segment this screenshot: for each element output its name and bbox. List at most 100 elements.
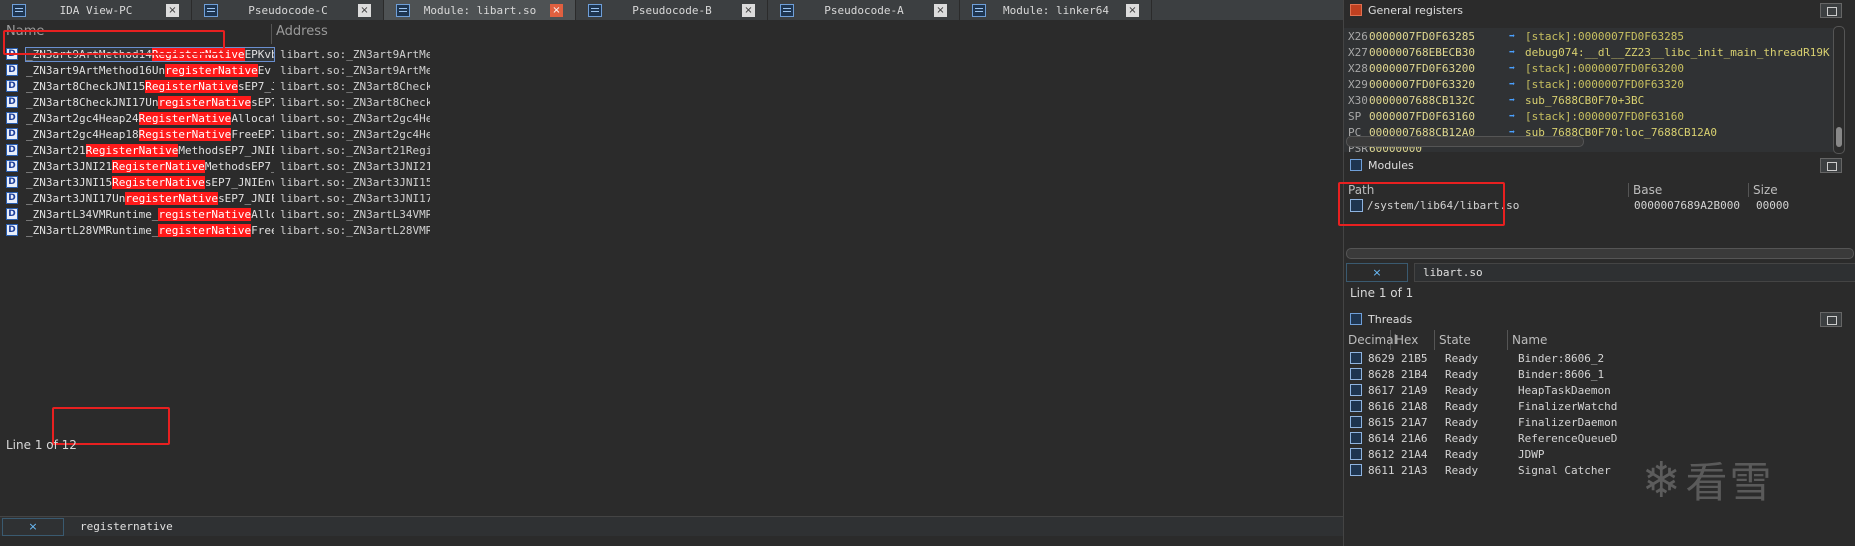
tab-ida-view-pc[interactable]: IDA View-PC × xyxy=(0,0,192,20)
register-name: X27 xyxy=(1348,45,1368,59)
jump-arrow-icon[interactable]: ➡ xyxy=(1509,95,1525,106)
data-symbol-icon: D xyxy=(6,160,18,172)
tab-view-icon xyxy=(588,3,602,17)
tab-close-button[interactable]: × xyxy=(934,3,947,17)
register-target[interactable]: [stack]:0000007FD0F63160 xyxy=(1525,110,1684,123)
thread-name: Signal Catcher xyxy=(1518,463,1611,477)
annotation-box-module xyxy=(1338,182,1505,226)
register-name: X30 xyxy=(1348,93,1368,107)
thread-icon xyxy=(1350,400,1362,412)
thread-icon xyxy=(1350,368,1362,380)
tab-module-libart-so[interactable]: Module: libart.so × xyxy=(384,0,576,20)
register-row[interactable]: X29 0000007FD0F63320 ➡ [stack]:0000007FD0F6… xyxy=(1344,76,1834,92)
jump-arrow-icon[interactable]: ➡ xyxy=(1509,79,1525,90)
symbol-name: _ZN3art3JNI21RegisterNativeMethodsEP7_… xyxy=(26,159,274,173)
register-hscrollbar[interactable] xyxy=(1346,136,1584,147)
symbol-name: _ZN3art8CheckJNI15RegisterNativesEP7_J… xyxy=(26,79,274,93)
thread-row[interactable]: 8615 21A7 Ready FinalizerDaemon xyxy=(1344,414,1855,430)
thread-hex: 21B5 xyxy=(1401,351,1428,365)
jump-arrow-icon[interactable]: ➡ xyxy=(1509,47,1525,58)
tab-pseudocode-b[interactable]: Pseudocode-B × xyxy=(576,0,768,20)
thread-name: JDWP xyxy=(1518,447,1545,461)
thread-row[interactable]: 8617 21A9 Ready HeapTaskDaemon xyxy=(1344,382,1855,398)
symbol-name-prefix: _ZN3art8CheckJNI17Un xyxy=(26,95,159,109)
tab-module-linker64[interactable]: Module: linker64 × xyxy=(960,0,1152,20)
clear-filter-button[interactable]: × xyxy=(1346,262,1408,282)
table-row[interactable]: D _ZN3art21RegisterNativeMethodsEP7_JNIE…… xyxy=(0,142,440,158)
register-vscrollbar[interactable] xyxy=(1833,26,1845,154)
column-thread-name-header[interactable]: Name xyxy=(1508,330,1628,350)
column-hex-header[interactable]: Hex xyxy=(1391,330,1435,350)
register-value: 0000007FD0F63285 xyxy=(1369,29,1475,43)
table-row[interactable]: D _ZN3artL28VMRuntime_registerNativeFree…… xyxy=(0,222,440,238)
clear-filter-button[interactable]: × xyxy=(2,517,64,536)
register-row[interactable]: X26 0000007FD0F63285 ➡ [stack]:0000007FD0F6… xyxy=(1344,28,1834,44)
table-row[interactable]: D _ZN3art3JNI21RegisterNativeMethodsEP7_…… xyxy=(0,158,440,174)
tab-bar: IDA View-PC × Pseudocode-C × Module: libart.… xyxy=(0,0,1343,20)
search-input[interactable]: registernative xyxy=(80,520,173,533)
tab-view-icon xyxy=(972,3,986,17)
table-row[interactable]: D _ZN3artL34VMRuntime_registerNativeAllo…… xyxy=(0,206,440,222)
table-row[interactable]: D _ZN3art3JNI17UnregisterNativesEP7_JNIE…… xyxy=(0,190,440,206)
thread-hex: 21B4 xyxy=(1401,367,1428,381)
jump-arrow-icon[interactable]: ➡ xyxy=(1509,63,1525,74)
tab-close-button[interactable]: × xyxy=(742,3,755,17)
register-row[interactable]: X28 0000007FD0F63200 ➡ [stack]:0000007FD0F6… xyxy=(1344,60,1834,76)
search-match-highlight: RegisterNative xyxy=(138,111,232,125)
modules-hscrollbar[interactable] xyxy=(1346,248,1854,259)
data-symbol-icon: D xyxy=(6,64,18,76)
symbol-name: _ZN3artL34VMRuntime_registerNativeAllo… xyxy=(26,207,274,221)
thread-decimal: 8628 xyxy=(1368,367,1395,381)
table-row[interactable]: D _ZN3art9ArtMethod16UnregisterNativeEv li… xyxy=(0,62,440,78)
search-match-highlight: RegisterNative xyxy=(112,175,205,189)
register-row[interactable]: X27 000000768EBECB30 ➡ debug074:__dl__ZZ23_… xyxy=(1344,44,1834,60)
panel-restore-button[interactable] xyxy=(1820,311,1842,327)
symbol-name: _ZN3art21RegisterNativeMethodsEP7_JNIE… xyxy=(26,143,274,157)
tab-pseudocode-c[interactable]: Pseudocode-C × xyxy=(192,0,384,20)
table-row[interactable]: D _ZN3art3JNI15RegisterNativesEP7_JNIEnv…… xyxy=(0,174,440,190)
register-name: X28 xyxy=(1348,61,1368,75)
thread-icon xyxy=(1350,448,1362,460)
table-row[interactable]: D _ZN3art8CheckJNI17UnregisterNativesEP7…… xyxy=(0,94,440,110)
register-target[interactable]: [stack]:0000007FD0F63320 xyxy=(1525,78,1684,91)
column-address-header[interactable]: Address xyxy=(272,24,328,44)
tab-label: Pseudocode-A xyxy=(824,3,904,17)
column-base-header[interactable]: Base xyxy=(1629,183,1749,197)
scroll-thumb[interactable] xyxy=(1836,127,1842,147)
tab-close-button[interactable]: × xyxy=(166,3,179,17)
register-target[interactable]: [stack]:0000007FD0F63200 xyxy=(1525,62,1684,75)
table-row[interactable]: D _ZN3art2gc4Heap24RegisterNativeAllocat…… xyxy=(0,110,440,126)
table-row[interactable]: D _ZN3art8CheckJNI15RegisterNativesEP7_J…… xyxy=(0,78,440,94)
thread-icon xyxy=(1350,464,1362,476)
register-target[interactable]: [stack]:0000007FD0F63285 xyxy=(1525,30,1684,43)
thread-row[interactable]: 8629 21B5 Ready Binder:8606_2 xyxy=(1344,350,1855,366)
panel-restore-button[interactable] xyxy=(1820,2,1842,18)
symbol-name-suffix: MethodsEP7_JNIE… xyxy=(178,143,274,157)
register-target[interactable]: debug074:__dl__ZZ23__libc_init_main_thre… xyxy=(1525,46,1830,59)
tab-close-button[interactable]: × xyxy=(550,3,563,17)
symbol-name-suffix: sEP7_JNIEnv… xyxy=(204,175,274,189)
symbol-name-suffix: MethodsEP7_… xyxy=(204,159,274,173)
symbol-address: libart.so:_ZN3art3JNI15… xyxy=(280,175,430,189)
tab-close-button[interactable]: × xyxy=(1126,3,1139,17)
register-target[interactable]: sub_7688CB0F70+3BC xyxy=(1525,94,1644,107)
column-decimal-header[interactable]: Decimal xyxy=(1344,330,1397,350)
jump-arrow-icon[interactable]: ➡ xyxy=(1509,111,1525,122)
column-size-header[interactable]: Size xyxy=(1749,183,1778,197)
thread-row[interactable]: 8628 21B4 Ready Binder:8606_1 xyxy=(1344,366,1855,382)
register-row[interactable]: X30 0000007688CB132C ➡ sub_7688CB0F70+3BC xyxy=(1344,92,1834,108)
tab-close-button[interactable]: × xyxy=(358,3,371,17)
search-match-highlight: registerNative xyxy=(158,95,252,109)
modules-filter-bar: × libart.so xyxy=(1344,262,1855,282)
table-row[interactable]: D _ZN3art2gc4Heap18RegisterNativeFreeEP7…… xyxy=(0,126,440,142)
kanxue-watermark: ❄ 看雪 xyxy=(1645,444,1855,514)
panel-restore-button[interactable] xyxy=(1820,157,1842,173)
general-registers-header: General registers xyxy=(1344,0,1855,20)
module-filter-input[interactable]: libart.so xyxy=(1414,262,1855,282)
register-row[interactable]: SP 0000007FD0F63160 ➡ [stack]:0000007FD0F63… xyxy=(1344,108,1834,124)
tab-pseudocode-a[interactable]: Pseudocode-A × xyxy=(768,0,960,20)
column-state-header[interactable]: State xyxy=(1435,330,1508,350)
thread-row[interactable]: 8616 21A8 Ready FinalizerWatchd xyxy=(1344,398,1855,414)
symbol-address: libart.so:_ZN3art3JNI21… xyxy=(280,159,430,173)
jump-arrow-icon[interactable]: ➡ xyxy=(1509,31,1525,42)
